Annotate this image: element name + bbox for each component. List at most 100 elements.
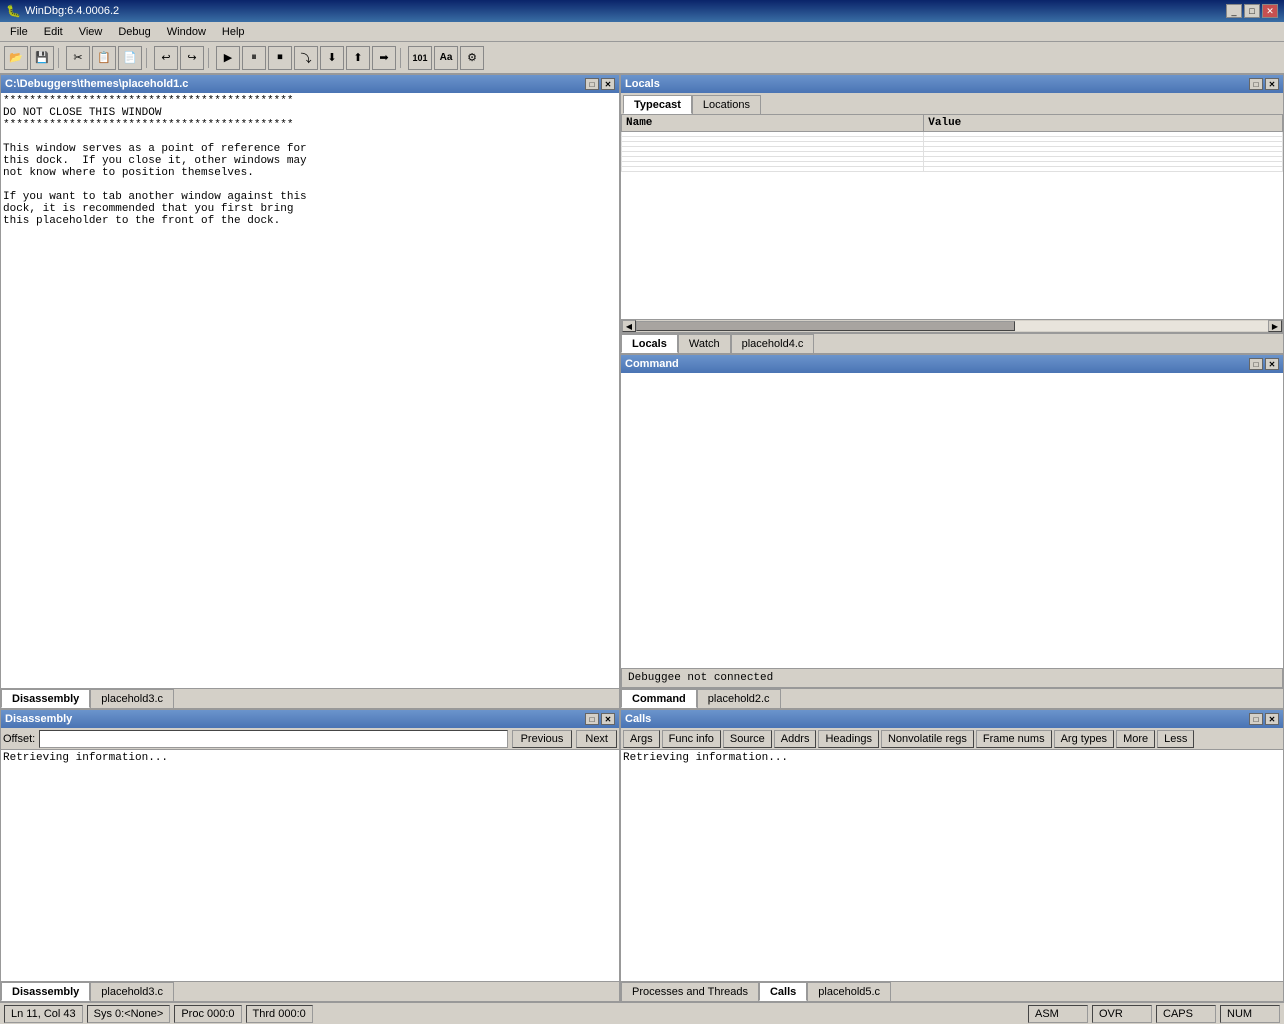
tab-placehold3-disasm[interactable]: placehold3.c: [90, 982, 174, 1001]
toolbar-btn-font[interactable]: Aa: [434, 46, 458, 70]
toolbar-btn-7[interactable]: ↪: [180, 46, 204, 70]
command-panel-content[interactable]: [621, 373, 1283, 668]
source-panel-content: ****************************************…: [1, 93, 619, 688]
toolbar-btn-restart[interactable]: ⏹: [268, 46, 292, 70]
menu-file[interactable]: File: [2, 24, 36, 40]
calls-panel-titlebar: Calls □ ✕: [621, 710, 1283, 728]
calls-btn-addrs[interactable]: Addrs: [774, 730, 817, 748]
status-thrd: Thrd 000:0: [246, 1005, 313, 1023]
toolbar-btn-stepover[interactable]: ⤵: [294, 46, 318, 70]
locals-table: Name Value: [621, 114, 1283, 172]
command-panel: Command □ ✕ Debuggee not connected Comma…: [620, 354, 1284, 709]
calls-btn-framenums[interactable]: Frame nums: [976, 730, 1052, 748]
locals-panel-controls[interactable]: □ ✕: [1249, 78, 1279, 90]
toolbar-sep-4: [400, 48, 404, 68]
status-caps: CAPS: [1156, 1005, 1216, 1023]
toolbar-btn-stepinto[interactable]: ⬇: [320, 46, 344, 70]
toolbar-sep-3: [208, 48, 212, 68]
toolbar-btn-4[interactable]: 📋: [92, 46, 116, 70]
calls-content: Retrieving information...: [621, 750, 1283, 981]
toolbar-btn-5[interactable]: 📄: [118, 46, 142, 70]
minimize-button[interactable]: _: [1226, 4, 1242, 18]
toolbar-btn-runto[interactable]: ➡: [372, 46, 396, 70]
disasm-panel-controls[interactable]: □ ✕: [585, 713, 615, 725]
toolbar-btn-6[interactable]: ↩: [154, 46, 178, 70]
calls-panel-close[interactable]: ✕: [1265, 713, 1279, 725]
calls-btn-funcinfo[interactable]: Func info: [662, 730, 721, 748]
toolbar-btn-stepout[interactable]: ⬆: [346, 46, 370, 70]
command-panel-close[interactable]: ✕: [1265, 358, 1279, 370]
title-bar-controls[interactable]: _ □ ✕: [1226, 4, 1278, 18]
calls-btn-less[interactable]: Less: [1157, 730, 1194, 748]
locals-table-area: Name Value: [621, 114, 1283, 319]
locals-bottom-tabs: Locals Watch placehold4.c: [621, 333, 1283, 353]
toolbar-btn-break[interactable]: ⏸: [242, 46, 266, 70]
source-panel-close[interactable]: ✕: [601, 78, 615, 90]
disasm-panel-close[interactable]: ✕: [601, 713, 615, 725]
scroll-track[interactable]: [636, 321, 1268, 331]
scroll-left-btn[interactable]: ◀: [622, 320, 636, 332]
calls-btn-source[interactable]: Source: [723, 730, 772, 748]
menu-view[interactable]: View: [71, 24, 111, 40]
command-panel-controls[interactable]: □ ✕: [1249, 358, 1279, 370]
tab-placehold2[interactable]: placehold2.c: [697, 689, 781, 708]
tab-processes-threads[interactable]: Processes and Threads: [621, 982, 759, 1001]
calls-panel-maximize[interactable]: □: [1249, 713, 1263, 725]
calls-btn-nonvolatile[interactable]: Nonvolatile regs: [881, 730, 974, 748]
calls-btn-argtypes[interactable]: Arg types: [1054, 730, 1114, 748]
tab-placehold4[interactable]: placehold4.c: [731, 334, 815, 353]
calls-panel-controls[interactable]: □ ✕: [1249, 713, 1279, 725]
command-panel-titlebar: Command □ ✕: [621, 355, 1283, 373]
tab-locals[interactable]: Locals: [621, 334, 678, 353]
tab-disassembly-bottom[interactable]: Disassembly: [1, 689, 90, 708]
close-button[interactable]: ✕: [1262, 4, 1278, 18]
tab-disassembly[interactable]: Disassembly: [1, 982, 90, 1001]
tab-locations[interactable]: Locations: [692, 95, 761, 114]
calls-btn-headings[interactable]: Headings: [818, 730, 878, 748]
menu-debug[interactable]: Debug: [110, 24, 158, 40]
toolbar-btn-bp[interactable]: 101: [408, 46, 432, 70]
status-asm: ASM: [1028, 1005, 1088, 1023]
command-panel-title: Command: [625, 358, 679, 370]
tab-typecast[interactable]: Typecast: [623, 95, 692, 114]
tab-calls[interactable]: Calls: [759, 982, 807, 1001]
tab-placehold5[interactable]: placehold5.c: [807, 982, 891, 1001]
toolbar-btn-1[interactable]: 📂: [4, 46, 28, 70]
calls-btn-more[interactable]: More: [1116, 730, 1155, 748]
previous-button[interactable]: Previous: [512, 730, 573, 748]
tab-watch[interactable]: Watch: [678, 334, 731, 353]
toolbar: 📂 💾 ✂ 📋 📄 ↩ ↪ ▶ ⏸ ⏹ ⤵ ⬇ ⬆ ➡ 101 Aa ⚙: [0, 42, 1284, 74]
locals-scrollbar[interactable]: ◀ ▶: [621, 319, 1283, 333]
disasm-panel-maximize[interactable]: □: [585, 713, 599, 725]
toolbar-btn-go[interactable]: ▶: [216, 46, 240, 70]
scroll-thumb[interactable]: [636, 321, 1015, 331]
col-name: Name: [622, 115, 924, 132]
toolbar-btn-3[interactable]: ✂: [66, 46, 90, 70]
table-row: [622, 167, 1283, 172]
calls-btn-args[interactable]: Args: [623, 730, 660, 748]
offset-bar: Offset: Previous Next: [1, 728, 619, 750]
locals-panel-close[interactable]: ✕: [1265, 78, 1279, 90]
title-bar-left: 🐛 WinDbg:6.4.0006.2: [6, 4, 119, 18]
source-panel-maximize[interactable]: □: [585, 78, 599, 90]
toolbar-btn-options[interactable]: ⚙: [460, 46, 484, 70]
locals-panel-title: Locals: [625, 78, 660, 90]
disasm-bottom-tabs: Disassembly placehold3.c: [1, 981, 619, 1001]
scroll-right-btn[interactable]: ▶: [1268, 320, 1282, 332]
menu-window[interactable]: Window: [159, 24, 214, 40]
title-bar: 🐛 WinDbg:6.4.0006.2 _ □ ✕: [0, 0, 1284, 22]
source-panel-controls[interactable]: □ ✕: [585, 78, 615, 90]
locals-panel-maximize[interactable]: □: [1249, 78, 1263, 90]
toolbar-btn-2[interactable]: 💾: [30, 46, 54, 70]
menu-help[interactable]: Help: [214, 24, 253, 40]
offset-input[interactable]: [39, 730, 507, 748]
tab-placehold3[interactable]: placehold3.c: [90, 689, 174, 708]
command-panel-maximize[interactable]: □: [1249, 358, 1263, 370]
right-panel: Locals □ ✕ Typecast Locations: [620, 74, 1284, 709]
locals-panel-titlebar: Locals □ ✕: [621, 75, 1283, 93]
next-button[interactable]: Next: [576, 730, 617, 748]
tab-command[interactable]: Command: [621, 689, 697, 708]
maximize-button[interactable]: □: [1244, 4, 1260, 18]
locals-top-tabs: Typecast Locations: [621, 93, 1283, 114]
menu-edit[interactable]: Edit: [36, 24, 71, 40]
